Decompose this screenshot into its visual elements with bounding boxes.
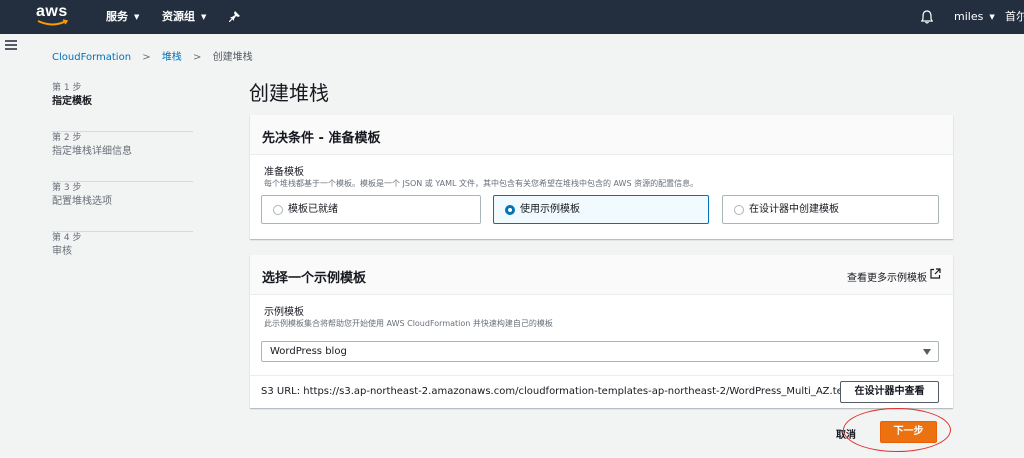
step-number: 第 4 步 [52, 233, 82, 243]
region-label: 首尔 [1005, 10, 1024, 23]
step-name: 配置堆栈选项 [52, 196, 112, 207]
radio-button-selected[interactable] [505, 205, 515, 215]
step-name: 指定堆栈详细信息 [52, 146, 132, 157]
aws-smile-icon [37, 19, 69, 26]
panel-body: 示例模板 此示例模板集合将帮助您开始使用 AWS CloudFormation … [250, 295, 953, 339]
resource-groups-label: 资源组 [162, 10, 195, 23]
bell-icon [921, 10, 933, 24]
prepare-template-description: 每个堆栈都基于一个模板。模板是一个 JSON 或 YAML 文件，其中包含有关您… [264, 179, 699, 188]
option-template-ready[interactable]: 模板已就绪 [261, 195, 481, 224]
sample-template-select[interactable]: WordPress blog [261, 341, 939, 362]
option-use-sample-template[interactable]: 使用示例模板 [493, 195, 709, 224]
breadcrumb-cloudformation[interactable]: CloudFormation [52, 52, 131, 63]
breadcrumb-stacks[interactable]: 堆栈 [162, 52, 182, 63]
s3-url-text: S3 URL: https://s3.ap-northeast-2.amazon… [261, 386, 878, 397]
chevron-down-icon: ▼ [134, 13, 140, 21]
step-name: 审核 [52, 246, 72, 257]
resource-groups-menu[interactable]: 资源组 ▼ [162, 0, 206, 34]
panel-header: 先决条件 - 准备模板 [250, 115, 953, 155]
prepare-template-panel: 先决条件 - 准备模板 准备模板 每个堆栈都基于一个模板。模板是一个 JSON … [250, 115, 953, 239]
chevron-down-icon: ▼ [989, 13, 995, 21]
page-title: 创建堆栈 [249, 81, 329, 105]
user-menu[interactable]: miles ▼ [954, 0, 995, 34]
radio-button[interactable] [273, 205, 283, 215]
radio-button[interactable] [734, 205, 744, 215]
step-3: 第 3 步 配置堆栈选项 [52, 182, 193, 232]
step-number: 第 2 步 [52, 133, 82, 143]
pin-icon [229, 11, 240, 22]
top-navigation-bar: aws 服务 ▼ 资源组 ▼ miles ▼ 首尔 [0, 0, 1024, 34]
chevron-down-icon: ▼ [201, 13, 207, 21]
services-menu[interactable]: 服务 ▼ [106, 0, 139, 34]
step-name: 指定模板 [52, 96, 92, 107]
option-create-in-designer[interactable]: 在设计器中创建模板 [722, 195, 939, 224]
panel-title: 选择一个示例模板 [262, 271, 367, 286]
external-link-icon[interactable] [930, 268, 941, 279]
panel-title: 先决条件 - 准备模板 [262, 131, 381, 146]
pin-button[interactable] [229, 0, 241, 34]
breadcrumb-create-stack: 创建堆栈 [212, 52, 253, 63]
wizard-steps: 第 1 步 指定模板 第 2 步 指定堆栈详细信息 第 3 步 配置堆栈选项 第… [52, 82, 193, 282]
breadcrumb: CloudFormation > 堆栈 > 创建堆栈 [52, 48, 253, 63]
view-more-samples-link[interactable]: 查看更多示例模板 [847, 269, 927, 284]
step-4: 第 4 步 审核 [52, 232, 193, 282]
panel-body: 准备模板 每个堆栈都基于一个模板。模板是一个 JSON 或 YAML 文件，其中… [250, 155, 953, 199]
step-2: 第 2 步 指定堆栈详细信息 [52, 132, 193, 182]
option-label: 模板已就绪 [288, 204, 338, 215]
option-label: 使用示例模板 [520, 204, 580, 215]
step-1: 第 1 步 指定模板 [52, 82, 193, 132]
services-label: 服务 [106, 10, 128, 23]
notifications-button[interactable] [921, 0, 935, 34]
region-menu[interactable]: 首尔 [1005, 0, 1024, 34]
hamburger-menu-icon[interactable] [5, 40, 17, 50]
caret-down-icon [923, 349, 931, 355]
sample-template-label: 示例模板 [264, 307, 304, 318]
s3-url-row: S3 URL: https://s3.ap-northeast-2.amazon… [250, 375, 953, 408]
view-in-designer-button[interactable]: 在设计器中查看 [840, 381, 939, 403]
chevron-right-icon: > [193, 52, 202, 63]
step-number: 第 1 步 [52, 83, 82, 93]
chevron-right-icon: > [142, 52, 151, 63]
prepare-template-label: 准备模板 [264, 167, 304, 178]
panel-header: 选择一个示例模板 查看更多示例模板 [250, 255, 953, 295]
sample-template-panel: 选择一个示例模板 查看更多示例模板 示例模板 此示例模板集合将帮助您开始使用 A… [250, 255, 953, 408]
aws-logo[interactable]: aws [36, 3, 72, 29]
select-value: WordPress blog [270, 346, 347, 357]
option-label: 在设计器中创建模板 [749, 204, 839, 215]
user-label: miles [954, 10, 984, 23]
sample-template-description: 此示例模板集合将帮助您开始使用 AWS CloudFormation 并快速构建… [264, 319, 553, 328]
annotation-highlight-ellipse [843, 408, 951, 452]
step-number: 第 3 步 [52, 183, 82, 193]
